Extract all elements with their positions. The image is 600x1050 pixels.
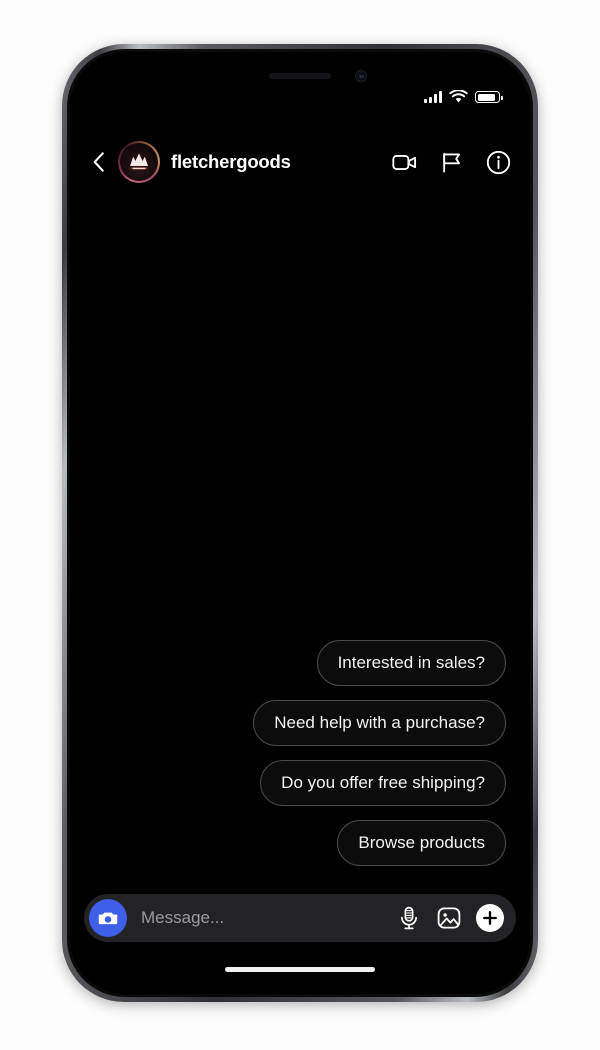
quick-reply-button[interactable]: Interested in sales?: [316, 640, 506, 686]
screenshot-canvas: fletchergoods Interested in sales? Need …: [0, 0, 600, 1050]
phone-screen: fletchergoods Interested in sales? Need …: [70, 52, 530, 994]
wifi-icon: [449, 90, 468, 103]
phone-bezel: fletchergoods Interested in sales? Need …: [67, 49, 533, 997]
more-options-button[interactable]: [476, 904, 504, 932]
quick-reply-button[interactable]: Need help with a purchase?: [253, 700, 506, 746]
message-list: Interested in sales? Need help with a pu…: [70, 190, 530, 876]
status-bar: [424, 90, 503, 104]
quick-reply-button[interactable]: Browse products: [337, 820, 506, 866]
brand-logo-icon: [130, 153, 148, 170]
video-call-icon[interactable]: [391, 149, 418, 176]
avatar-image: [120, 143, 158, 181]
composer-actions: [396, 904, 506, 932]
battery-icon: [475, 91, 503, 103]
camera-icon: [98, 912, 118, 925]
message-composer: [84, 894, 516, 942]
message-input[interactable]: [127, 908, 396, 928]
home-indicator[interactable]: [225, 967, 375, 972]
camera-button[interactable]: [89, 899, 127, 937]
microphone-icon[interactable]: [396, 905, 422, 931]
plus-icon: [483, 911, 497, 925]
cellular-signal-icon: [424, 91, 442, 103]
chat-header: fletchergoods: [70, 134, 530, 190]
header-actions: [391, 149, 512, 176]
flag-icon[interactable]: [438, 149, 465, 176]
avatar[interactable]: [118, 141, 160, 183]
info-icon[interactable]: [485, 149, 512, 176]
page-title: fletchergoods: [171, 151, 291, 172]
chevron-left-icon[interactable]: [86, 149, 112, 175]
front-camera-icon: [355, 70, 368, 82]
image-icon[interactable]: [436, 905, 462, 931]
phone-device-frame: fletchergoods Interested in sales? Need …: [62, 44, 538, 1002]
speaker-grille-icon: [269, 73, 331, 79]
quick-reply-button[interactable]: Do you offer free shipping?: [260, 760, 506, 806]
